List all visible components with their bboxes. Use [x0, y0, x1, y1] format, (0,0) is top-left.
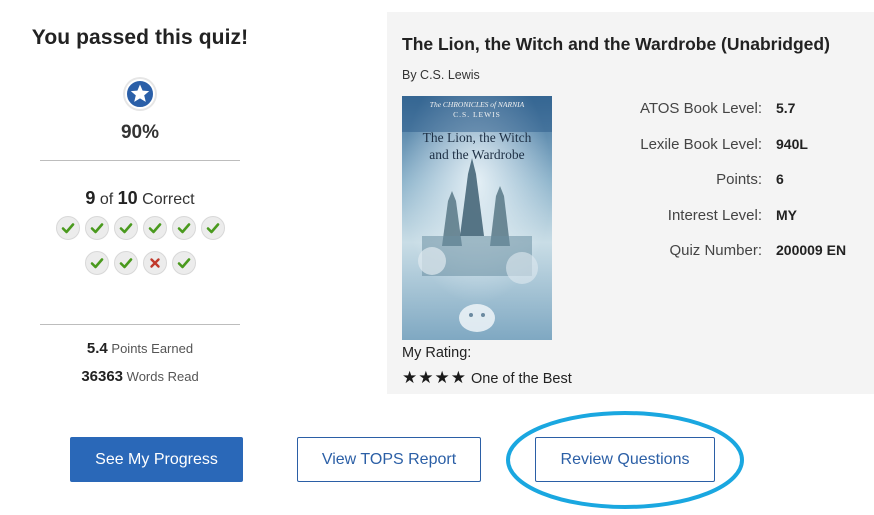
- review-questions-button[interactable]: Review Questions: [535, 437, 715, 482]
- my-rating-label: My Rating:: [402, 345, 472, 361]
- points-earned-stat: 5.4 Points Earned: [20, 340, 260, 357]
- checkmark-icon: [171, 251, 196, 275]
- checkmark-icon: [200, 216, 225, 240]
- total-count: 10: [117, 188, 138, 208]
- book-detail-value: 5.7: [776, 100, 796, 116]
- checkmark-icon: [84, 216, 109, 240]
- view-tops-report-button[interactable]: View TOPS Report: [297, 437, 481, 482]
- checkmark-icon: [113, 251, 138, 275]
- of-text: of: [99, 191, 114, 208]
- book-detail-label: Quiz Number:: [669, 242, 762, 259]
- book-detail-label: Interest Level:: [667, 206, 762, 224]
- rating-text: One of the Best: [471, 371, 572, 387]
- book-detail-row: Lexile Book Level: 940L: [587, 136, 867, 156]
- answer-marks-row-2: [20, 251, 260, 275]
- divider: [40, 324, 240, 325]
- checkmark-icon: [142, 216, 167, 240]
- book-detail-label: Points:: [716, 171, 762, 188]
- score-percent: 90%: [120, 122, 160, 143]
- book-info-panel: The Lion, the Witch and the Wardrobe (Un…: [387, 12, 874, 394]
- my-rating: ★★★★ One of the Best: [402, 368, 572, 388]
- cover-title-line-1: The Lion, the Witch: [422, 130, 532, 145]
- rating-stars-icon: ★★★★: [402, 368, 467, 387]
- answer-marks-row-1: [20, 216, 260, 240]
- result-title: You passed this quiz!: [31, 26, 249, 49]
- points-earned-label: Points Earned: [111, 341, 194, 356]
- cover-series: The CHRONICLES of NARNIA: [429, 100, 525, 109]
- checkmark-icon: [55, 216, 80, 240]
- book-detail-label: ATOS Book Level:: [639, 100, 762, 117]
- book-detail-row: ATOS Book Level: 5.7: [587, 100, 867, 120]
- book-author: By C.S. Lewis: [402, 68, 480, 82]
- book-detail-value: 6: [776, 171, 784, 187]
- words-read-label: Words Read: [126, 369, 199, 384]
- cover-title-line-2: and the Wardrobe: [429, 147, 525, 162]
- book-detail-label: Lexile Book Level:: [640, 135, 762, 153]
- divider: [40, 160, 240, 161]
- book-cover-image: The CHRONICLES of NARNIA C.S. LEWIS The …: [402, 96, 552, 340]
- cover-author: C.S. LEWIS: [453, 110, 501, 119]
- book-detail-row: Interest Level: MY: [587, 207, 867, 227]
- book-detail-value: 940L: [776, 135, 808, 152]
- checkmark-icon: [84, 251, 109, 275]
- checkmark-icon: [113, 216, 138, 240]
- words-read-value: 36363: [81, 368, 124, 385]
- book-detail-row: Quiz Number: 200009 EN: [587, 242, 867, 262]
- checkmark-icon: [171, 216, 196, 240]
- book-title: The Lion, the Witch and the Wardrobe (Un…: [402, 34, 830, 54]
- words-read-stat: 36363 Words Read: [20, 368, 260, 385]
- star-badge-icon: [122, 76, 158, 112]
- quiz-result-panel: You passed this quiz! 90% 9 of 10 Correc…: [20, 26, 260, 385]
- book-detail-row: Points: 6: [587, 171, 867, 191]
- see-my-progress-button[interactable]: See My Progress: [70, 437, 243, 482]
- correct-summary: 9 of 10 Correct: [20, 188, 260, 209]
- correct-count: 9: [85, 188, 96, 208]
- book-detail-value: 200009 EN: [776, 242, 847, 258]
- book-detail-value: MY: [776, 206, 797, 223]
- correct-word: Correct: [142, 191, 195, 208]
- x-mark-icon: [142, 251, 167, 275]
- points-earned-value: 5.4: [86, 340, 108, 357]
